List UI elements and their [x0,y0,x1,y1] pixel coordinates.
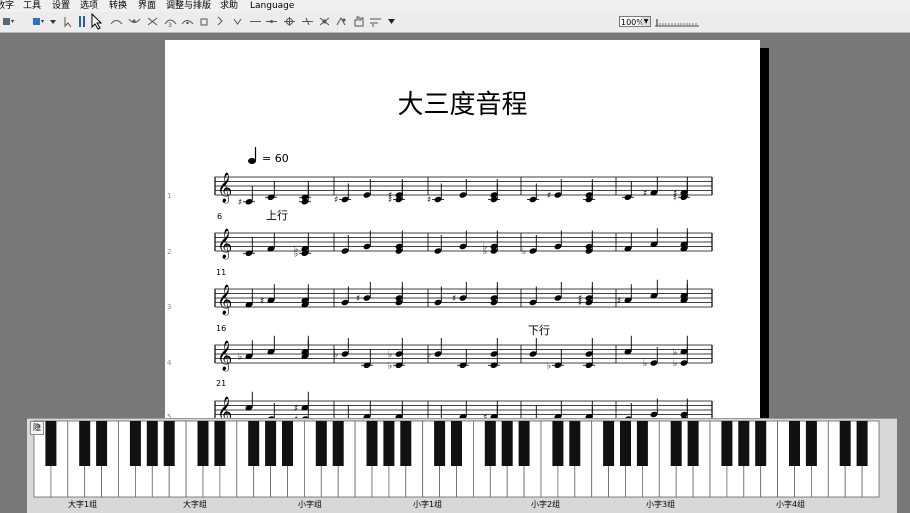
accidental: ♭ [673,359,677,369]
piano-black-key[interactable] [856,421,868,466]
piano-black-key[interactable] [265,421,277,466]
page-title: 大三度音程 [397,90,528,120]
accidental: ♯ [427,196,431,206]
piano-black-key[interactable] [805,421,817,466]
piano-black-key[interactable] [552,421,564,466]
piano-black-key[interactable] [620,421,631,466]
octave-label: 小字2组 [531,500,561,509]
label-down: 下行 [528,324,550,337]
piano-black-key[interactable] [315,421,327,466]
quarter-note-icon [248,147,257,164]
piano-black-key[interactable] [603,421,615,466]
piano-black-key[interactable] [129,421,141,466]
accidental: ♭ [673,348,677,358]
accidental: ♭ [522,247,526,257]
line-number: 3 [167,303,172,311]
piano-black-key[interactable] [400,421,412,466]
accidental: ♯ [578,294,582,304]
accidental: ♭ [334,350,338,360]
line-number: 4 [167,359,172,367]
staff: 𝄞 ♭ ♭ ♭♭♭♭ ♭♭♭ [214,335,713,372]
piano-black-key[interactable] [670,421,682,466]
piano-black-key[interactable] [383,421,395,466]
octave-label: 大字1组 [68,500,98,509]
accidental: ♯ [617,296,621,306]
piano-black-key[interactable] [332,421,344,466]
piano-black-key[interactable] [434,421,446,466]
accidental: ♭ [547,361,551,371]
accidental: ♯ [388,191,392,201]
piano-black-key[interactable] [79,421,91,466]
piano-keys [33,420,880,498]
piano-black-key[interactable] [146,421,158,466]
piano-black-key[interactable] [789,421,800,466]
accidental: ♭ [483,243,487,253]
octave-label: 大字组 [183,500,207,509]
staff: 𝄞 ♯ ♯ ♯♯ ♯ ♯ ♯ ♯♯ [214,172,713,208]
label-up: 上行 [266,209,288,222]
accidental: ♭ [388,361,392,371]
octave-label: 小字4组 [776,500,806,509]
accidental: ♯ [673,189,677,199]
piano-black-key[interactable] [45,421,57,466]
piano-black-key[interactable] [501,421,513,466]
accidental: ♯ [260,296,264,306]
piano-black-key[interactable] [96,421,108,466]
accidental: ♯ [238,198,242,208]
piano-black-key[interactable] [738,421,750,466]
piano-black-key[interactable] [839,421,851,466]
accidental: ♯ [547,191,551,201]
accidental: ♭ [643,359,647,369]
treble-clef-icon: 𝄞 [217,172,232,204]
piano-black-key[interactable] [282,421,293,466]
piano-black-key[interactable] [366,421,378,466]
accidental: ♭ [388,350,392,360]
piano-black-key[interactable] [163,421,175,466]
accidental: ♯ [294,404,298,414]
accidental: ♭ [238,352,242,362]
line-number: 2 [167,248,172,256]
line-number: 1 [167,192,172,200]
measure-number: 21 [216,379,227,388]
piano-black-key[interactable] [755,421,767,466]
piano-keyboard [27,418,897,513]
piano-black-key[interactable] [484,421,496,466]
octave-label: 小字1组 [413,500,443,509]
octave-label: 小字组 [298,500,322,509]
piano-black-key[interactable] [451,421,462,466]
piano-black-key[interactable] [687,421,699,466]
accidental: ♯ [452,294,456,304]
treble-clef-icon: 𝄞 [217,340,232,372]
piano-black-key[interactable] [197,421,209,466]
piano-black-key[interactable] [214,421,226,466]
accidental: ♯ [356,294,360,304]
piano-black-key[interactable] [569,421,581,466]
octave-label: 小字3组 [646,500,676,509]
measure-number: 6 [217,212,223,221]
piano-black-key[interactable] [721,421,733,466]
staff: 𝄞 ♯ ♯ ♯ ♯♯ ♯ [214,279,713,316]
tempo-value: = 60 [262,152,289,165]
measure-number: 16 [216,324,227,333]
piano-black-key[interactable] [636,421,648,466]
treble-clef-icon: 𝄞 [217,228,232,260]
treble-clef-icon: 𝄞 [217,284,232,316]
accidental: ♯ [334,196,338,206]
accidental: ♯ [643,189,647,199]
staff: 𝄞 ♭♭ ♭♭ ♭ [214,228,713,260]
piano-black-key[interactable] [248,421,260,466]
hide-keyboard-button[interactable]: 隐 [30,421,44,435]
measure-number: 11 [216,268,227,277]
accidental: ♭ [427,350,431,360]
accidental: ♭ [294,245,298,255]
piano-black-key[interactable] [518,421,530,466]
